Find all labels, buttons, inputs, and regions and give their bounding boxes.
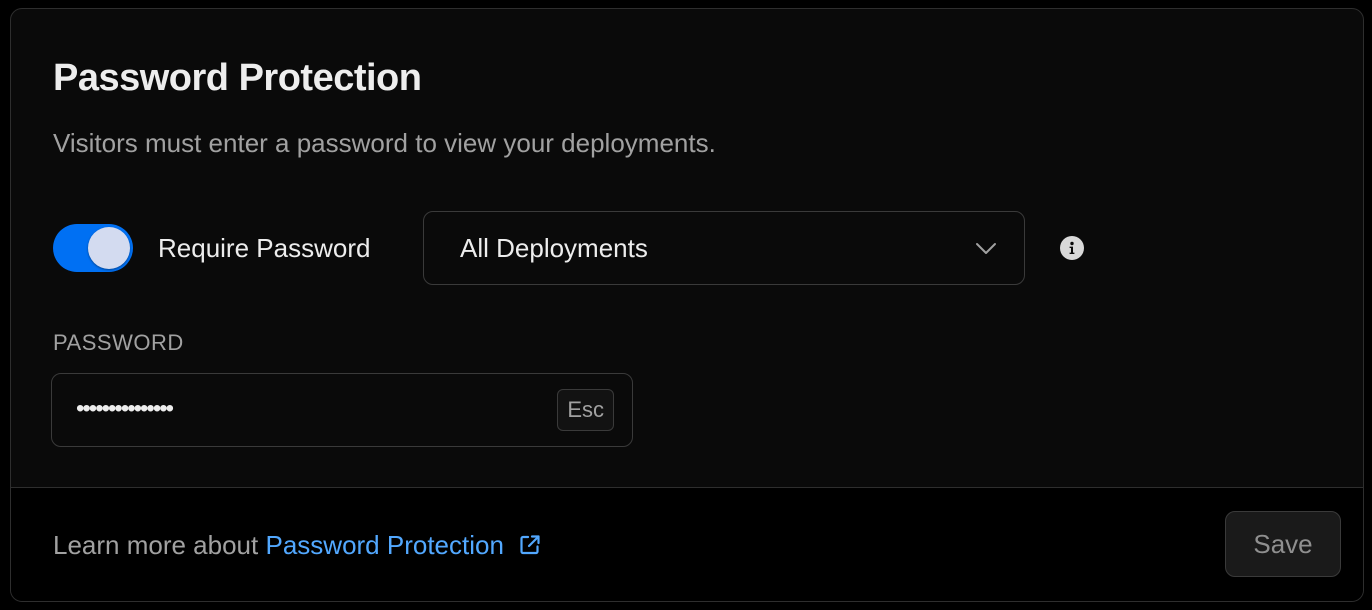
card-body: Password Protection Visitors must enter … [11, 9, 1363, 487]
save-button[interactable]: Save [1225, 511, 1341, 577]
require-password-toggle[interactable] [53, 224, 133, 272]
external-link-icon [520, 535, 540, 555]
password-field-label: PASSWORD [53, 330, 184, 355]
section-title: Password Protection [53, 57, 422, 99]
chevron-down-icon [976, 243, 996, 254]
password-input[interactable]: ••••••••••••••• Esc [51, 373, 633, 447]
docs-link-label: Password Protection [265, 530, 504, 560]
card-footer: Learn more about Password Protection Sav… [11, 488, 1363, 601]
info-glyph [1069, 241, 1075, 254]
require-password-label: Require Password [158, 233, 371, 263]
learn-more-text: Learn more about Password Protection [53, 529, 541, 561]
section-description: Visitors must enter a password to view y… [53, 128, 716, 158]
info-icon[interactable] [1060, 236, 1084, 260]
password-protection-docs-link[interactable]: Password Protection [265, 530, 541, 560]
password-protection-card: Password Protection Visitors must enter … [10, 8, 1364, 602]
escape-key-hint: Esc [557, 389, 614, 431]
password-masked-value: ••••••••••••••• [76, 395, 174, 422]
deployment-scope-value: All Deployments [460, 233, 648, 263]
deployment-scope-select[interactable]: All Deployments [423, 211, 1025, 285]
learn-more-prefix: Learn more about [53, 530, 259, 560]
toggle-knob [88, 227, 130, 269]
